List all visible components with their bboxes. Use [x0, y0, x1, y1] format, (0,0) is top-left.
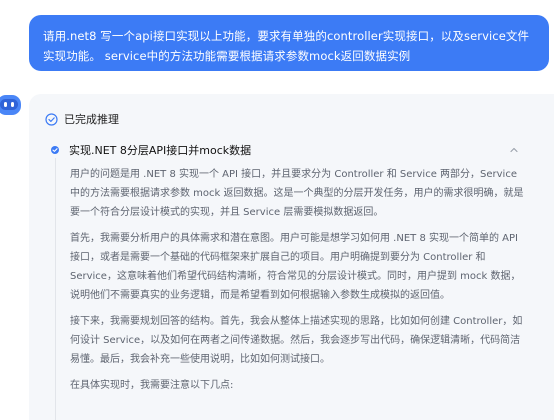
user-message-text: 请用.net8 写一个api接口实现以上功能，要求有单独的controller实… [43, 29, 530, 63]
reasoning-paragraph: 首先，我需要分析用户的具体需求和潜在意图。用户可能是想学习如何用 .NET 8 … [70, 233, 521, 301]
reasoning-paragraph: 用户的问题是用 .NET 8 实现一个 API 接口，并且要求分为 Contro… [70, 169, 524, 218]
reasoning-step-title: 实现.NET 8分层API接口并mock数据 [69, 144, 252, 157]
check-circle-icon [45, 112, 58, 126]
dot-icon [50, 145, 60, 155]
timeline-line [54, 158, 56, 420]
reasoning-paragraph: 在具体实现时，我需要注意以下几点: [70, 380, 234, 391]
reasoning-step-header[interactable]: 实现.NET 8分层API接口并mock数据 [50, 142, 520, 158]
reasoning-status-label: 已完成推理 [64, 113, 119, 126]
user-message-bubble: 请用.net8 写一个api接口实现以上功能，要求有单独的controller实… [29, 15, 549, 71]
chevron-up-icon[interactable] [508, 144, 520, 156]
reasoning-paragraph: 接下来，我需要规划回答的结构。首先，我会从整体上描述实现的思路，比如如何创建 C… [70, 316, 523, 365]
reasoning-status[interactable]: 已完成推理 [45, 111, 119, 127]
chat-view: 请用.net8 写一个api接口实现以上功能，要求有单独的controller实… [0, 0, 554, 420]
robot-icon [0, 93, 22, 117]
reasoning-content: 用户的问题是用 .NET 8 实现一个 API 接口，并且要求分为 Contro… [70, 165, 530, 402]
